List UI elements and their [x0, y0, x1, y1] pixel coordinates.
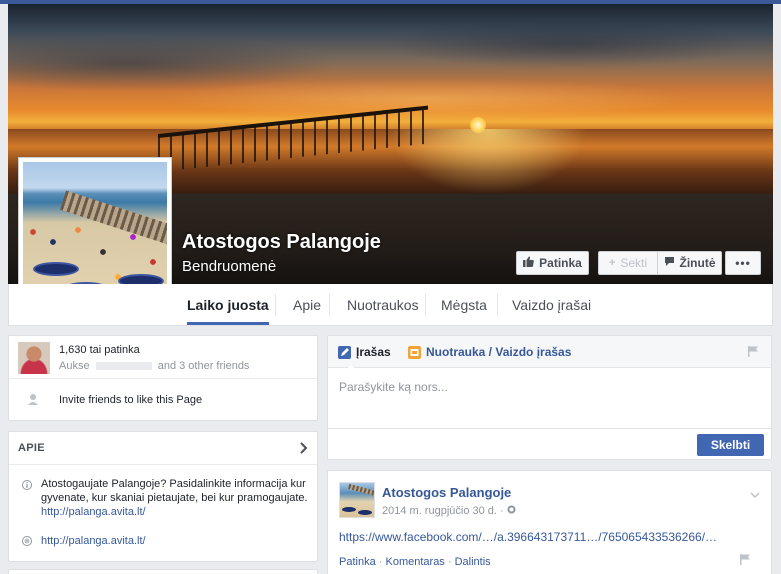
thumbs-up-icon — [523, 256, 534, 270]
about-description: Atostogaujate Palangoje? Pasidalinkite i… — [41, 477, 311, 519]
cover-sun — [470, 117, 486, 133]
like-page-button[interactable]: Patinka — [516, 251, 589, 275]
page-category[interactable]: Bendruomenė — [182, 258, 276, 275]
follow-label: Sekti — [620, 256, 648, 270]
action-separator: · — [378, 556, 383, 568]
composer-tab-photo[interactable]: Nuotrauka / Vaizdo įrašas — [408, 336, 571, 368]
website-link[interactable]: http://palanga.avita.lt/ — [41, 535, 146, 547]
next-card-partial — [8, 569, 318, 574]
photo-icon — [408, 345, 421, 359]
post-author-avatar[interactable] — [339, 482, 375, 518]
composer-footer: Skelbti — [328, 428, 771, 459]
composer-tab-status[interactable]: Įrašas — [338, 336, 391, 368]
message-icon — [664, 256, 675, 270]
post-date[interactable]: 2014 m. rugpjūčio 30 d. — [382, 505, 497, 517]
likes-count[interactable]: 1,630 tai patinka — [59, 344, 140, 356]
tab-divider — [425, 294, 426, 316]
tab-likes[interactable]: Mėgsta — [441, 284, 487, 325]
post-share-link[interactable]: Dalintis — [455, 556, 491, 568]
composer-tab-status-label: Įrašas — [356, 345, 391, 359]
globe-audience-icon[interactable] — [507, 505, 516, 517]
other-friends-text[interactable]: and 3 other friends — [158, 360, 250, 372]
timeline-post: Atostogos Palangoje 2014 m. rugpjūčio 30… — [327, 470, 772, 574]
likes-card: 1,630 tai patinka Aukse and 3 other frie… — [8, 335, 318, 421]
friend-name[interactable]: Aukse — [59, 360, 90, 372]
info-icon — [22, 479, 32, 493]
message-button[interactable]: Žinutė — [657, 251, 722, 275]
chevron-right-icon[interactable] — [300, 442, 308, 457]
about-card: APIE Atostogaujate Palangoje? Pasidalink… — [8, 431, 318, 562]
like-page-label: Patinka — [539, 256, 582, 270]
post-composer: Įrašas Nuotrauka / Vaizdo įrašas Parašyk… — [327, 335, 772, 460]
invite-friends-icon — [27, 393, 40, 409]
about-header[interactable]: APIE — [9, 432, 317, 465]
more-dots-icon: ••• — [735, 256, 751, 270]
message-label: Žinutė — [679, 256, 716, 270]
blurred-name — [95, 362, 152, 371]
about-header-title: APIE — [18, 442, 45, 454]
composer-tab-photo-label: Nuotrauka / Vaizdo įrašas — [426, 345, 572, 359]
page-title[interactable]: Atostogos Palangoje — [182, 231, 381, 254]
tab-about[interactable]: Apie — [293, 284, 321, 325]
tab-divider — [275, 294, 276, 316]
action-separator: · — [447, 556, 452, 568]
cover-pier — [158, 105, 428, 172]
composer-tabs: Įrašas Nuotrauka / Vaizdo įrašas — [328, 336, 771, 369]
post-author-name[interactable]: Atostogos Palangoje — [382, 485, 511, 500]
about-description-text: Atostogaujate Palangoje? Pasidalinkite i… — [41, 478, 308, 504]
post-actions: Patinka · Komentaras · Dalintis — [339, 556, 491, 568]
flag-icon[interactable] — [748, 346, 759, 357]
post-comment-link[interactable]: Komentaras — [386, 556, 445, 568]
tab-divider — [497, 294, 498, 316]
report-flag-icon[interactable] — [740, 554, 751, 565]
pencil-icon — [338, 345, 351, 359]
page-tab-bar: Laiko juosta Apie Nuotraukos Mėgsta Vaiz… — [8, 284, 773, 326]
follow-button[interactable]: + Sekti — [598, 251, 657, 275]
about-description-link[interactable]: http://palanga.avita.lt/ — [41, 506, 146, 518]
composer-input[interactable]: Parašykite ką nors... — [339, 380, 448, 394]
plus-icon: + — [608, 257, 616, 269]
chevron-down-icon[interactable] — [750, 487, 760, 501]
divider — [9, 378, 317, 379]
friend-avatar[interactable] — [18, 342, 50, 374]
tab-videos[interactable]: Vaizdo įrašai — [512, 284, 591, 325]
tab-photos[interactable]: Nuotraukos — [347, 284, 419, 325]
friends-like-text: Aukse and 3 other friends — [59, 360, 249, 372]
active-tab-caret — [346, 365, 356, 369]
meta-separator: · — [500, 505, 504, 517]
post-link[interactable]: https://www.facebook.com/…/a.39664317371… — [339, 530, 717, 544]
globe-icon — [22, 535, 32, 549]
tab-timeline[interactable]: Laiko juosta — [187, 284, 269, 325]
post-meta: 2014 m. rugpjūčio 30 d. · — [382, 505, 516, 517]
more-options-button[interactable]: ••• — [725, 251, 761, 275]
tab-divider — [329, 294, 330, 316]
post-like-link[interactable]: Patinka — [339, 556, 376, 568]
invite-friends-link[interactable]: Invite friends to like this Page — [59, 394, 202, 406]
post-button[interactable]: Skelbti — [697, 434, 764, 456]
